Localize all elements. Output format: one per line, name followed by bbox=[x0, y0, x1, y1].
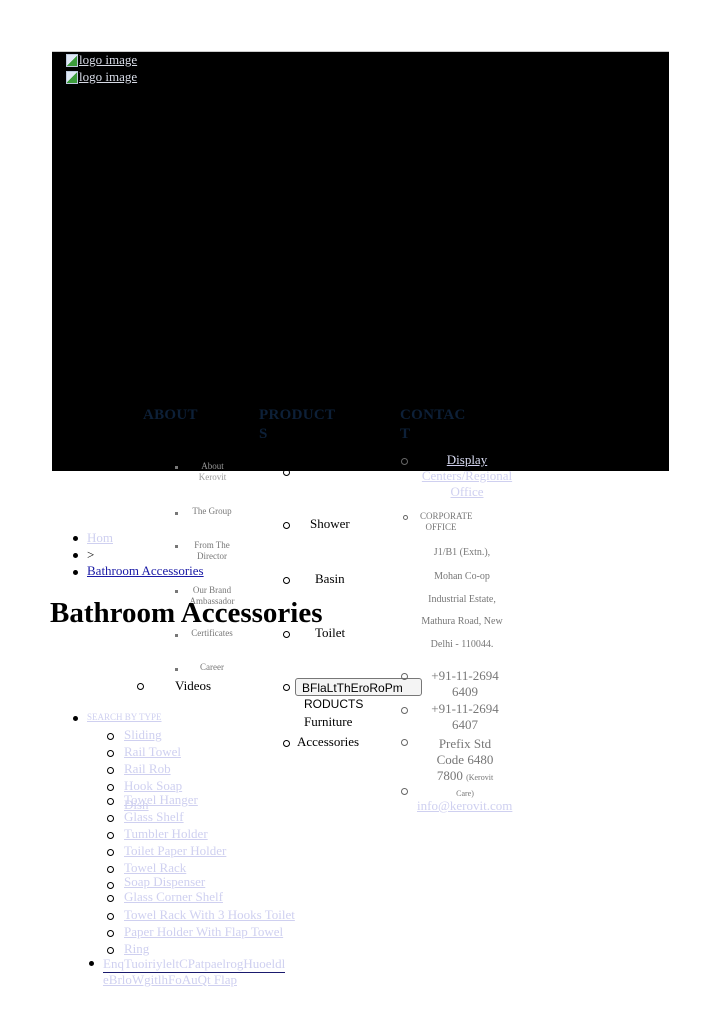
about-item-about-kerovit[interactable]: About Kerovit bbox=[190, 461, 235, 483]
bullet-icon bbox=[107, 882, 114, 889]
bullet-icon bbox=[107, 832, 114, 839]
type-item[interactable]: Towel Hanger bbox=[124, 792, 198, 808]
display-centers-link[interactable]: Display Centers/Regional Office bbox=[415, 452, 519, 500]
bullet-icon bbox=[107, 815, 114, 822]
search-by-type-label[interactable]: SEARCH BY TYPE bbox=[87, 712, 162, 722]
type-item[interactable]: Tumbler Holder bbox=[124, 826, 208, 842]
product-item-accessories[interactable]: Accessories bbox=[297, 734, 359, 750]
breadcrumb-current[interactable]: Bathroom Accessories bbox=[87, 563, 204, 579]
bullet-icon bbox=[175, 668, 178, 671]
bullet-icon bbox=[107, 895, 114, 902]
products-dropdown-button[interactable]: BFlaLtThEroRoPm bbox=[295, 678, 422, 696]
bullet-icon bbox=[283, 684, 290, 691]
bullet-icon bbox=[73, 536, 78, 541]
bullet-icon bbox=[175, 590, 178, 593]
type-item[interactable]: Sliding bbox=[124, 727, 162, 743]
address-line: Mohan Co-op bbox=[434, 571, 490, 582]
broken-image-icon bbox=[66, 53, 78, 67]
breadcrumb-home[interactable]: Hom bbox=[87, 530, 113, 546]
type-item[interactable]: Soap Dispenser bbox=[124, 874, 205, 890]
bullet-icon bbox=[175, 634, 178, 637]
product-item-basin[interactable]: Basin bbox=[315, 571, 345, 587]
bullet-icon bbox=[107, 733, 114, 740]
bullet-icon bbox=[73, 553, 78, 558]
bullet-icon bbox=[403, 515, 408, 520]
bullet-icon bbox=[401, 707, 408, 714]
products-button-sublabel: RODUCTS bbox=[304, 697, 364, 711]
overlapping-link[interactable]: EnqTuoiriyleltCPatpaelrogHuoeldl bbox=[103, 956, 286, 973]
bullet-icon bbox=[401, 788, 408, 795]
corporate-office-label: CORPORATE OFFICE bbox=[420, 511, 473, 532]
product-item-bath-furniture[interactable]: Furniture bbox=[304, 714, 352, 730]
type-item[interactable]: Ring bbox=[124, 941, 149, 957]
bullet-icon bbox=[107, 750, 114, 757]
nav-about[interactable]: ABOUT bbox=[143, 406, 198, 425]
bullet-icon bbox=[107, 849, 114, 856]
address-line: Mathura Road, New bbox=[421, 616, 503, 627]
type-item[interactable]: Glass Corner Shelf bbox=[124, 889, 223, 905]
type-item[interactable]: Rail Towel bbox=[124, 744, 181, 760]
bullet-icon bbox=[107, 930, 114, 937]
bullet-icon bbox=[89, 961, 94, 966]
bullet-icon bbox=[283, 740, 290, 747]
about-item-the-group[interactable]: The Group bbox=[188, 506, 236, 517]
about-item-videos[interactable]: Videos bbox=[175, 678, 211, 694]
type-item[interactable]: Glass Shelf bbox=[124, 809, 184, 825]
logo-link-2[interactable]: logo image bbox=[66, 69, 137, 85]
bullet-icon bbox=[283, 577, 290, 584]
bullet-icon bbox=[175, 466, 178, 469]
type-item[interactable]: Toilet Paper Holder bbox=[124, 843, 226, 859]
bullet-icon bbox=[283, 469, 290, 476]
type-item[interactable]: Rail Rob bbox=[124, 761, 171, 777]
broken-image-icon bbox=[66, 70, 78, 84]
bullet-icon bbox=[73, 716, 78, 721]
bullet-icon bbox=[137, 683, 144, 690]
prefix-code: Prefix Std Code 6480 7800 (Kerovit Care) bbox=[436, 736, 494, 798]
type-item[interactable]: Towel Rack With 3 Hooks Toilet bbox=[124, 907, 295, 923]
about-item-director[interactable]: From The Director bbox=[188, 540, 236, 562]
address-line: Industrial Estate, bbox=[428, 594, 496, 605]
bullet-icon bbox=[401, 458, 408, 465]
product-item-faucet[interactable]: Faucet bbox=[312, 462, 347, 470]
email-link[interactable]: info@kerovit.com bbox=[417, 798, 512, 814]
nav-contact[interactable]: CONTAC T bbox=[400, 406, 466, 444]
bullet-icon bbox=[107, 784, 114, 791]
bullet-icon bbox=[107, 913, 114, 920]
bullet-icon bbox=[401, 739, 408, 746]
bullet-icon bbox=[175, 512, 178, 515]
type-item[interactable]: Paper Holder With Flap Towel bbox=[124, 924, 283, 940]
phone-1: +91-11-2694 6409 bbox=[431, 668, 499, 699]
overlapping-link-2[interactable]: eBrloWgitlhFoAuQt Flap bbox=[103, 972, 237, 988]
breadcrumb-separator: > bbox=[87, 547, 95, 562]
bullet-icon bbox=[73, 570, 78, 575]
phone-2: +91-11-2694 6407 bbox=[431, 701, 499, 732]
nav-products[interactable]: PRODUCT S bbox=[259, 406, 335, 444]
bullet-icon bbox=[401, 673, 408, 680]
page-title: Bathroom Accessories bbox=[50, 597, 323, 629]
logo-link[interactable]: logo image bbox=[66, 52, 137, 68]
bullet-icon bbox=[175, 545, 178, 548]
address-line: J1/B1 (Extn.), bbox=[433, 547, 491, 558]
bullet-icon bbox=[107, 866, 114, 873]
address-line: Delhi - 110044. bbox=[430, 639, 494, 650]
bullet-icon bbox=[283, 522, 290, 529]
bullet-icon bbox=[107, 947, 114, 954]
product-item-shower[interactable]: Shower bbox=[310, 516, 350, 532]
bullet-icon bbox=[107, 798, 114, 805]
bullet-icon bbox=[283, 631, 290, 638]
bullet-icon bbox=[107, 767, 114, 774]
about-item-career[interactable]: Career bbox=[188, 662, 236, 673]
